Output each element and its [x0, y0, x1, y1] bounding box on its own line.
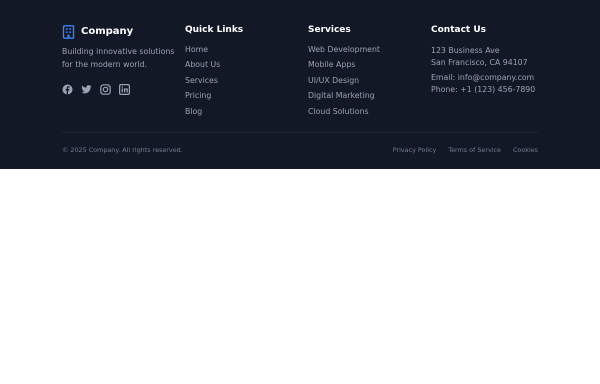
footer-link-home[interactable]: Home	[185, 44, 295, 59]
quick-links-column: Quick Links Home About Us Services Prici…	[185, 23, 295, 121]
linkedin-icon[interactable]	[119, 80, 131, 95]
footer-bottom-bar: © 2025 Company. All rights reserved. Pri…	[62, 144, 538, 156]
legal-links: Privacy Policy Terms of Service Cookies	[393, 146, 538, 154]
services-column: Services Web Development Mobile Apps UI/…	[308, 23, 420, 121]
building-icon	[62, 24, 75, 39]
address-line: San Francisco, CA 94107	[431, 57, 528, 67]
instagram-icon[interactable]	[100, 80, 111, 95]
brand-name: Company	[81, 25, 134, 37]
contact-phone[interactable]: Phone: +1 (123) 456-7890	[431, 84, 551, 96]
service-link-mobile-apps[interactable]: Mobile Apps	[308, 59, 420, 74]
footer-link-blog[interactable]: Blog	[185, 106, 295, 121]
services-list: Web Development Mobile Apps UI/UX Design…	[308, 44, 420, 121]
contact-email[interactable]: Email: info@company.com	[431, 72, 551, 84]
site-footer: Company Building innovative solutions fo…	[0, 0, 600, 169]
brand-tagline: Building innovative solutions for the mo…	[62, 46, 174, 71]
tagline-line: Building innovative solutions	[62, 47, 175, 56]
footer-link-about[interactable]: About Us	[185, 59, 295, 74]
copyright-text: © 2025 Company. All rights reserved.	[62, 146, 183, 154]
quick-links-list: Home About Us Services Pricing Blog	[185, 44, 295, 121]
contact-heading: Contact Us	[431, 25, 487, 35]
footer-link-services[interactable]: Services	[185, 75, 295, 90]
facebook-icon[interactable]	[62, 80, 73, 94]
twitter-icon[interactable]	[81, 80, 92, 93]
contact-details: Email: info@company.com Phone: +1 (123) …	[431, 72, 551, 95]
address-line: 123 Business Ave	[431, 46, 500, 55]
brand-column: Company Building innovative solutions fo…	[62, 23, 174, 95]
footer-divider	[62, 132, 538, 133]
service-link-web-development[interactable]: Web Development	[308, 44, 420, 59]
contact-address: 123 Business Ave San Francisco, CA 94107	[431, 45, 551, 68]
service-link-cloud-solutions[interactable]: Cloud Solutions	[308, 106, 420, 121]
cookies-link[interactable]: Cookies	[513, 146, 538, 154]
contact-column: Contact Us 123 Business Ave San Francisc…	[431, 23, 551, 95]
terms-of-service-link[interactable]: Terms of Service	[448, 146, 501, 154]
services-heading: Services	[308, 25, 351, 35]
footer-link-pricing[interactable]: Pricing	[185, 90, 295, 105]
tagline-line: for the modern world.	[62, 59, 148, 69]
quick-links-heading: Quick Links	[185, 25, 244, 35]
privacy-policy-link[interactable]: Privacy Policy	[393, 146, 437, 154]
service-link-ui-ux-design[interactable]: UI/UX Design	[308, 75, 420, 90]
brand-logo[interactable]: Company	[62, 23, 174, 39]
service-link-digital-marketing[interactable]: Digital Marketing	[308, 90, 420, 105]
social-links	[62, 79, 174, 95]
